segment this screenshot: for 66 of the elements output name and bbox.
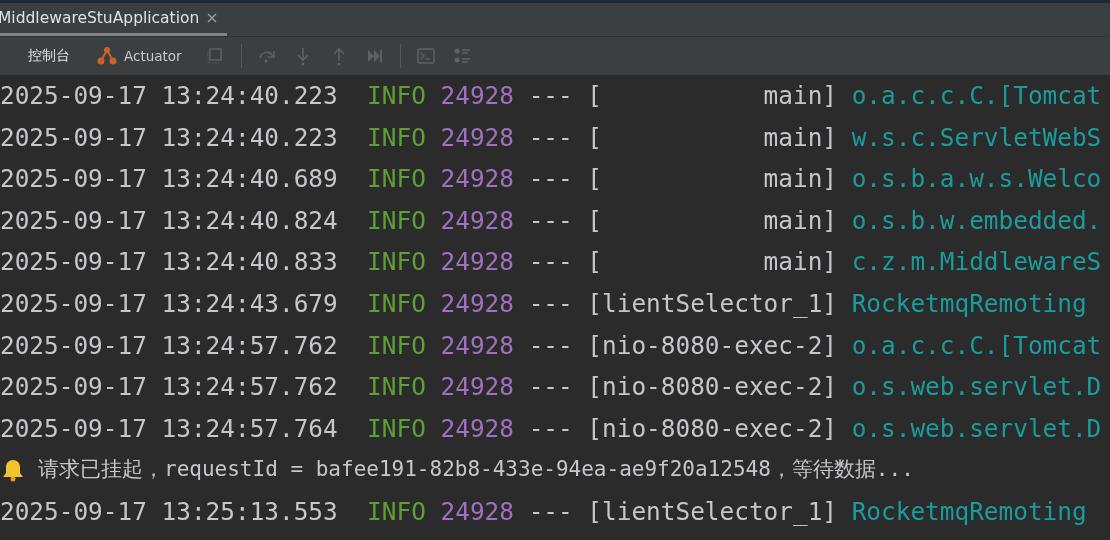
logger-name: RocketmqRemoting bbox=[851, 495, 1087, 528]
logger-name: o.a.c.c.C.[Tomcat bbox=[851, 80, 1102, 112]
actuator-tab[interactable]: Actuator bbox=[86, 37, 192, 75]
thread-name: [nio-8080-exec-2] bbox=[587, 371, 838, 404]
log-timestamp: 2025-09-17 13:24:57.764 bbox=[0, 412, 339, 445]
log-separator: --- bbox=[528, 412, 574, 445]
log-level: INFO bbox=[367, 495, 427, 528]
process-id: 24928 bbox=[440, 204, 515, 237]
log-separator: --- bbox=[528, 163, 574, 196]
close-icon[interactable] bbox=[207, 13, 218, 23]
process-id: 24928 bbox=[440, 246, 515, 279]
log-timestamp: 2025-09-17 13:25:13.553 bbox=[0, 495, 339, 528]
log-level: INFO bbox=[367, 329, 427, 362]
log-separator: --- bbox=[528, 80, 574, 112]
log-level: INFO bbox=[367, 163, 427, 196]
process-id: 24928 bbox=[440, 412, 515, 445]
log-separator: --- bbox=[528, 329, 574, 362]
log-timestamp: 2025-09-17 13:24:40.824 bbox=[0, 204, 339, 237]
log-timestamp: 2025-09-17 13:24:43.679 bbox=[0, 287, 339, 320]
process-id: 24928 bbox=[440, 495, 515, 528]
log-timestamp: 2025-09-17 13:24:57.762 bbox=[0, 329, 339, 362]
log-separator: --- bbox=[528, 121, 574, 154]
log-timestamp: 2025-09-17 13:24:40.223 bbox=[0, 80, 339, 112]
log-level: INFO bbox=[367, 204, 427, 237]
console-message: 请求已挂起，requestId = bafee191-82b8-433e-94ea-ae9f20a12548，等待数据... bbox=[38, 456, 914, 484]
logger-name: c.z.m.MiddlewareS bbox=[851, 246, 1102, 279]
log-level: INFO bbox=[367, 121, 427, 154]
process-id: 24928 bbox=[440, 80, 515, 112]
log-separator: --- bbox=[528, 246, 574, 279]
process-id: 24928 bbox=[440, 121, 515, 154]
logger-name: RocketmqRemoting bbox=[851, 287, 1087, 320]
log-timestamp: 2025-09-17 13:24:57.762 bbox=[0, 371, 339, 404]
bell-icon bbox=[2, 458, 24, 483]
thread-name: [lientSelector_1] bbox=[587, 495, 838, 528]
log-timestamp: 2025-09-17 13:24:40.223 bbox=[0, 121, 339, 154]
thread-name: [nio-8080-exec-2] bbox=[587, 412, 838, 445]
logger-name: o.s.web.servlet.D bbox=[851, 412, 1102, 445]
tab-title: MiddlewareStuApplication bbox=[0, 9, 200, 27]
logger-name: o.s.b.w.embedded. bbox=[851, 204, 1102, 237]
logger-name: o.s.web.servlet.D bbox=[851, 371, 1102, 404]
log-separator: --- bbox=[528, 287, 574, 320]
log-level: INFO bbox=[367, 287, 427, 320]
thread-name: [lientSelector_1] bbox=[587, 287, 838, 320]
log-separator: --- bbox=[528, 495, 574, 528]
thread-name: [ main] bbox=[587, 246, 838, 279]
nodes-icon bbox=[96, 45, 118, 67]
thread-name: [nio-8080-exec-2] bbox=[587, 329, 838, 362]
log-level: INFO bbox=[367, 412, 427, 445]
log-level: INFO bbox=[367, 246, 427, 279]
process-id: 24928 bbox=[440, 371, 515, 404]
log-separator: --- bbox=[528, 204, 574, 237]
process-id: 24928 bbox=[440, 329, 515, 362]
log-timestamp: 2025-09-17 13:24:40.689 bbox=[0, 163, 339, 196]
logger-name: o.s.b.a.w.s.Welco bbox=[851, 163, 1102, 196]
thread-name: [ main] bbox=[587, 121, 838, 154]
thread-name: [ main] bbox=[587, 204, 838, 237]
log-separator: --- bbox=[528, 371, 574, 404]
process-id: 24928 bbox=[440, 163, 515, 196]
log-timestamp: 2025-09-17 13:24:40.833 bbox=[0, 246, 339, 279]
log-level: INFO bbox=[367, 80, 427, 112]
log-level: INFO bbox=[367, 371, 427, 404]
logger-name: o.a.c.c.C.[Tomcat bbox=[851, 329, 1102, 362]
thread-name: [ main] bbox=[587, 80, 838, 112]
thread-name: [ main] bbox=[587, 163, 838, 196]
process-id: 24928 bbox=[440, 287, 515, 320]
logger-name: w.s.c.ServletWebS bbox=[851, 121, 1102, 154]
